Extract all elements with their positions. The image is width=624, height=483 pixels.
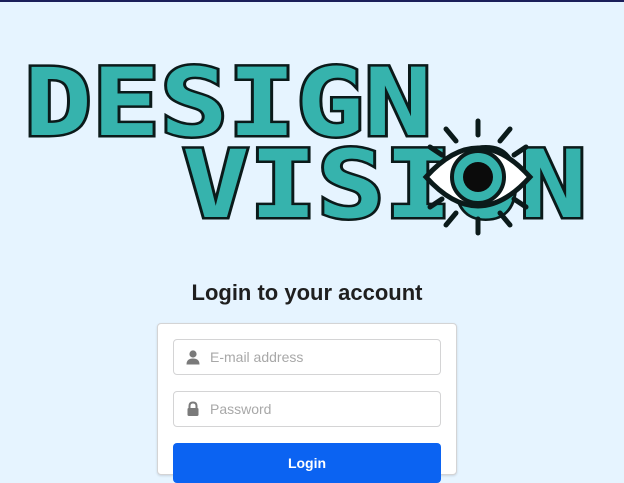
email-input[interactable] <box>210 340 435 374</box>
login-button[interactable]: Login <box>173 443 441 483</box>
design-vision-logo: DESIGN VISION <box>22 55 592 240</box>
password-input[interactable] <box>210 392 435 426</box>
user-icon <box>185 349 201 365</box>
login-title: Login to your account <box>191 280 423 305</box>
top-border <box>0 0 624 2</box>
login-form-card: Login <box>157 323 457 483</box>
lock-icon <box>185 401 201 417</box>
password-field[interactable] <box>173 391 441 427</box>
email-field[interactable] <box>173 339 441 375</box>
